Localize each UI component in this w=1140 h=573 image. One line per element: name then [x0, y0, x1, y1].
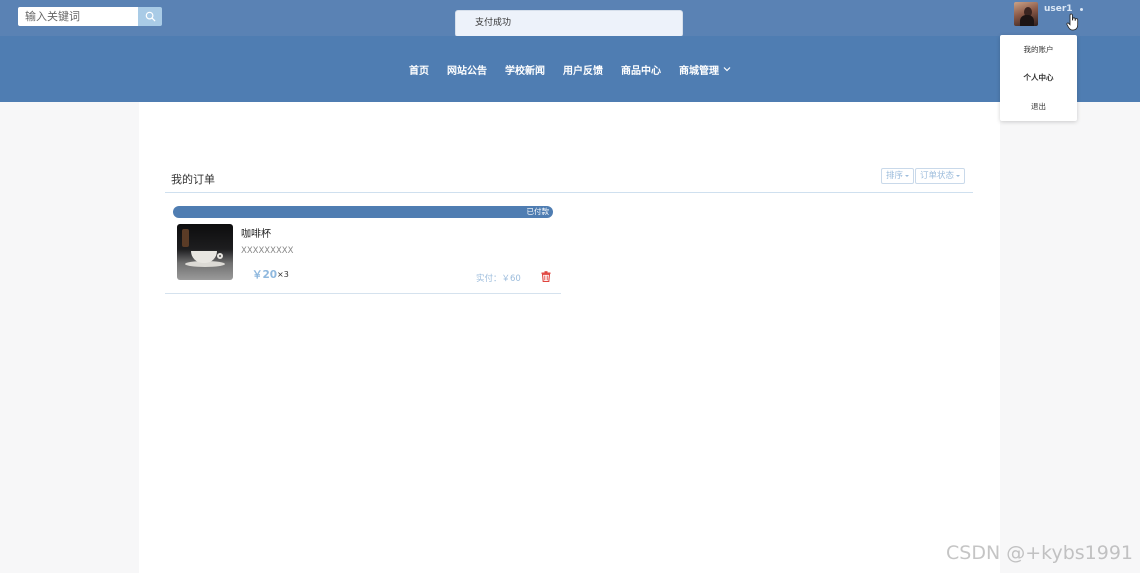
user-dropdown-menu: 我的账户 个人中心 退出 — [1000, 35, 1077, 121]
nav-item-home[interactable]: 首页 — [409, 62, 429, 77]
menu-item-my-account[interactable]: 我的账户 — [1000, 44, 1077, 55]
menu-item-logout[interactable]: 退出 — [1000, 101, 1077, 112]
nav-item-shop-management[interactable]: 商城管理 — [679, 62, 731, 77]
menu-item-personal-center[interactable]: 个人中心 — [1000, 72, 1077, 83]
trash-icon[interactable] — [541, 271, 551, 282]
order-status-bar: 已付款 — [173, 206, 553, 218]
search-button[interactable] — [138, 7, 162, 26]
main-panel: 我的订单 排序 订单状态 已付款 咖啡杯 XXXXXXXXX ￥20 ×3 实付… — [139, 102, 1000, 573]
search-icon — [145, 11, 156, 22]
nav-item-school-news[interactable]: 学校新闻 — [505, 62, 545, 77]
product-quantity: ×3 — [277, 270, 289, 279]
product-description: XXXXXXXXX — [241, 246, 294, 256]
avatar[interactable] — [1014, 2, 1038, 26]
caret-down-icon — [956, 175, 961, 177]
sort-dropdown[interactable]: 排序 — [881, 168, 915, 184]
status-badge: 已付款 — [526, 207, 550, 216]
product-name[interactable]: 咖啡杯 — [241, 225, 271, 240]
search-box — [18, 7, 162, 26]
page-title: 我的订单 — [171, 173, 215, 186]
watermark: CSDN @+kybs1991 — [946, 542, 1134, 564]
chevron-down-icon — [723, 67, 731, 72]
order-card: 已付款 咖啡杯 XXXXXXXXX ￥20 ×3 实付：￥60 — [165, 205, 561, 294]
toast-message: 支付成功 — [455, 10, 683, 37]
pointer-hand-icon — [1066, 13, 1079, 31]
divider — [165, 192, 973, 193]
order-status-dropdown[interactable]: 订单状态 — [915, 168, 966, 184]
caret-dot-icon — [1080, 8, 1083, 11]
product-price: ￥20 — [252, 269, 278, 281]
nav-item-announcements[interactable]: 网站公告 — [447, 62, 487, 77]
paid-amount: 实付：￥60 — [476, 274, 521, 284]
search-input[interactable] — [18, 7, 138, 26]
nav-item-product-center[interactable]: 商品中心 — [621, 62, 661, 77]
caret-down-icon — [905, 175, 910, 177]
nav-item-feedback[interactable]: 用户反馈 — [563, 62, 603, 77]
product-image[interactable] — [177, 224, 233, 280]
main-nav: 首页 网站公告 学校新闻 用户反馈 商品中心 商城管理 — [0, 36, 1140, 102]
